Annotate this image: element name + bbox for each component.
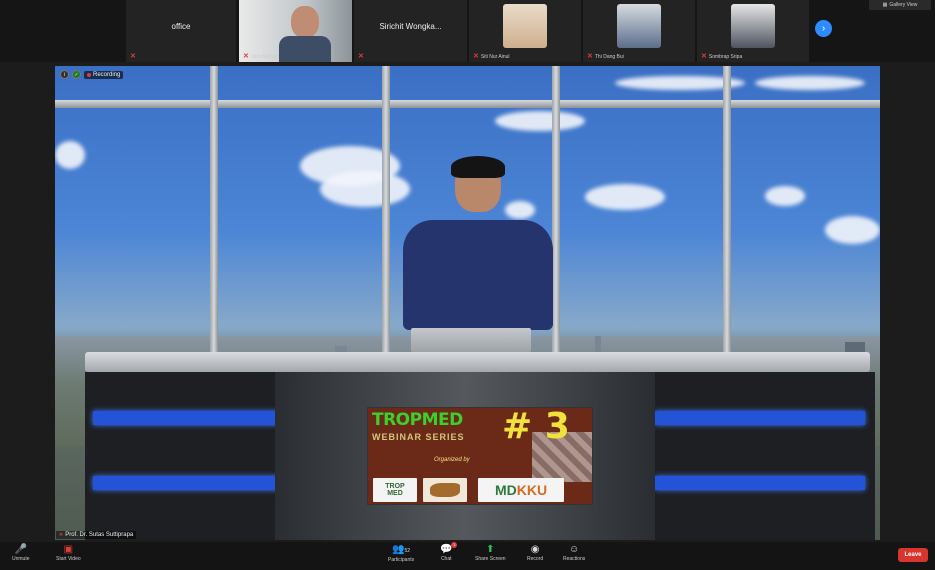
participant-tile-video-5[interactable]: ✕ Sombrap Sripa (697, 0, 809, 62)
desk-top (85, 352, 870, 372)
participants-icon: 👥52 (392, 544, 411, 555)
banner-number: # 3 (502, 407, 570, 447)
map-logo (423, 478, 467, 502)
share-screen-button[interactable]: ⬆ Share Screen (475, 544, 506, 562)
grid-icon: ▦ (882, 2, 888, 8)
zoom-meeting-window: office ✕ ✕ Jörn Kleinert Sirichit Wongka.… (0, 0, 935, 570)
cloud (825, 216, 880, 244)
cloud (55, 141, 85, 169)
participant-tile-video-3[interactable]: ✕ Siti Nur Ainul (469, 0, 581, 62)
chat-unread-badge: 1 (451, 542, 458, 548)
participant-name: office (171, 22, 191, 31)
window-mullion (210, 66, 218, 366)
gallery-view-button[interactable]: ▦ Gallery View (869, 0, 931, 10)
reactions-icon: ☺ (569, 544, 580, 555)
start-video-button[interactable]: ▣ Start Video (56, 544, 81, 562)
map-icon (430, 483, 460, 497)
participant-shirt (279, 36, 331, 62)
share-screen-icon: ⬆ (486, 544, 495, 555)
blue-light-shelf (93, 411, 303, 425)
chat-button[interactable]: 💬 1 Chat (440, 542, 458, 562)
muted-mic-icon: ✕ (587, 53, 593, 60)
recording-indicator: i ✓ Recording (60, 70, 124, 79)
participant-tile-video-4[interactable]: ✕ Thi Dang Bui (583, 0, 695, 62)
participant-name: Sirichit Wongka... (379, 22, 442, 31)
desk-right-wing (645, 372, 875, 540)
record-dot-icon (87, 72, 91, 77)
muted-mic-icon: ✕ (243, 53, 249, 60)
participant-tile-video-1[interactable]: ✕ Jörn Kleinert (239, 0, 352, 62)
participant-tile-office[interactable]: office ✕ (126, 0, 236, 62)
info-icon[interactable]: i (60, 70, 69, 79)
participant-name: Siti Nur Ainul (480, 54, 510, 60)
speaker-name-tag: ✕ Prof. Dr. Sutas Suttiprapa (56, 531, 137, 539)
participant-photo (503, 4, 547, 48)
banner-subtitle: WEBINAR SERIES (372, 432, 465, 442)
cloud (765, 186, 805, 206)
recording-status[interactable]: Recording (84, 70, 124, 79)
organized-by-label: Organized by (434, 457, 470, 463)
cloud (495, 111, 585, 131)
participant-photo (617, 4, 661, 48)
chat-bubble-icon: 💬 1 (440, 542, 458, 555)
unmute-button[interactable]: 🎤 Unmute (12, 544, 30, 562)
blue-light-shelf (93, 476, 303, 490)
participant-gallery-strip: office ✕ ✕ Jörn Kleinert Sirichit Wongka.… (0, 0, 935, 62)
muted-mic-icon: ✕ (358, 53, 364, 60)
blue-light-shelf (655, 411, 865, 425)
muted-mic-icon: ✕ (701, 53, 707, 60)
cloud (585, 184, 665, 210)
participant-name: Jörn Kleinert (250, 54, 279, 60)
participant-name: Thi Dang Bui (594, 54, 624, 60)
banner-title: TROPMED (372, 410, 463, 430)
leave-button[interactable]: Leave (898, 548, 928, 562)
window-frame-top (55, 100, 880, 108)
record-button[interactable]: ◉ Record (527, 544, 543, 562)
presenter-shirt (403, 220, 553, 330)
active-speaker-video: i ✓ Recording TROPMED WEBINAR SERIES # 3… (55, 66, 880, 540)
next-page-arrow-icon[interactable]: › (815, 20, 832, 37)
muted-mic-icon: ✕ (59, 532, 64, 538)
muted-mic-icon: ✕ (130, 53, 136, 60)
laptop (411, 328, 531, 352)
video-off-icon: ▣ (63, 544, 74, 555)
shield-icon[interactable]: ✓ (72, 70, 81, 79)
reactions-button[interactable]: ☺ Reactions (563, 544, 585, 562)
tropmed-logo: TROP MED (373, 478, 417, 502)
meeting-toolbar: 🎤 Unmute ▣ Start Video 👥52 Participants … (0, 542, 935, 570)
md-kku-logo: MD KKU (478, 478, 564, 502)
participant-name: Sombrap Sripa (708, 54, 743, 60)
blue-light-shelf (655, 476, 865, 490)
muted-mic-icon: ✕ (473, 53, 479, 60)
webinar-banner: TROPMED WEBINAR SERIES # 3 Organized by … (367, 407, 593, 505)
participant-photo (731, 4, 775, 48)
muted-microphone-icon: 🎤 (14, 544, 27, 555)
cloud (755, 76, 865, 90)
window-mullion (723, 66, 731, 366)
participants-button[interactable]: 👥52 Participants (388, 544, 414, 563)
record-icon: ◉ (530, 544, 540, 555)
participant-tile-sirichit[interactable]: Sirichit Wongka... ✕ (354, 0, 467, 62)
participant-face (291, 6, 319, 38)
presenter-hair (451, 156, 505, 178)
